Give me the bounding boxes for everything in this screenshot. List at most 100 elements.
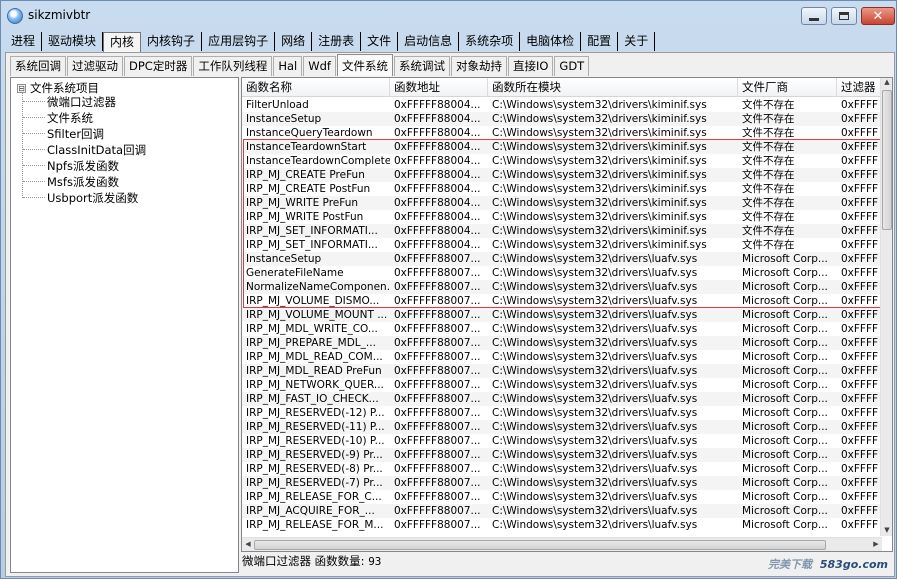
table-row[interactable]: IRP_MJ_VOLUME_DISMO... 0xFFFFF88007... C:\… xyxy=(242,294,882,308)
sub-tab-4[interactable]: Hal xyxy=(273,56,303,76)
table-cell: Microsoft Corp... xyxy=(742,393,828,405)
site-watermark: 完美下载 583go.com xyxy=(768,556,888,572)
title-bar[interactable]: sikzmivbtr ✕ xyxy=(1,1,896,31)
table-row[interactable]: IRP_MJ_NETWORK_QUER... 0xFFFFF88007... C:\… xyxy=(242,378,882,392)
table-row[interactable]: IRP_MJ_RESERVED(-7) Pr... 0xFFFFF88007...… xyxy=(242,476,882,490)
table-row[interactable]: IRP_MJ_RESERVED(-8) Pr... 0xFFFFF88007...… xyxy=(242,462,882,476)
sub-tab-8[interactable]: 对象劫持 xyxy=(450,56,507,76)
maximize-button[interactable] xyxy=(831,7,857,25)
main-tab-8[interactable]: 启动信息 xyxy=(398,32,460,51)
table-cell: Microsoft Corp... xyxy=(742,477,828,489)
table-cell: 0xFFFF xyxy=(841,99,879,111)
table-row[interactable]: IRP_MJ_VOLUME_MOUNT ... 0xFFFFF88007... C:… xyxy=(242,308,882,322)
sub-tab-0[interactable]: 系统回调 xyxy=(10,56,66,76)
table-row[interactable]: InstanceSetup 0xFFFFF88007... C:\Windows\s… xyxy=(242,252,882,266)
table-row[interactable]: InstanceTeardownStart 0xFFFFF88004... C:\W… xyxy=(242,140,882,154)
table-row[interactable]: IRP_MJ_WRITE PostFun 0xFFFFF88004... C:\Wi… xyxy=(242,210,882,224)
column-header[interactable]: 过滤器 xyxy=(837,78,882,97)
table-row[interactable]: IRP_MJ_MDL_WRITE_CO... 0xFFFFF88007... C:\… xyxy=(242,322,882,336)
table-cell: InstanceSetup xyxy=(246,253,322,265)
horizontal-scrollbar[interactable]: ◀ ▶ xyxy=(242,537,882,551)
table-row[interactable]: IRP_MJ_FAST_IO_CHECK... 0xFFFFF88007... C:… xyxy=(242,392,882,406)
sub-tab-5[interactable]: Wdf xyxy=(303,56,336,76)
main-tab-5[interactable]: 网络 xyxy=(275,32,313,51)
table-row[interactable]: IRP_MJ_PREPARE_MDL_... 0xFFFFF88007... C:\… xyxy=(242,336,882,350)
table-cell: C:\Windows\system32\drivers\luafv.sys xyxy=(492,491,698,503)
scroll-up-icon[interactable]: ▲ xyxy=(881,78,892,86)
main-tab-3[interactable]: 内核钩子 xyxy=(141,32,203,51)
main-tab-7[interactable]: 文件 xyxy=(361,32,399,51)
main-tab-12[interactable]: 关于 xyxy=(618,32,656,51)
tree-item[interactable]: Npfs派发函数 xyxy=(23,158,119,174)
table-row[interactable]: IRP_MJ_CREATE PreFun 0xFFFFF88004... C:\Wi… xyxy=(242,168,882,182)
table-cell: C:\Windows\system32\drivers\kiminif.sys xyxy=(492,183,707,195)
scroll-left-icon[interactable]: ◀ xyxy=(242,540,254,548)
table-cell: C:\Windows\system32\drivers\luafv.sys xyxy=(492,505,698,517)
sub-tab-7[interactable]: 系统调试 xyxy=(393,56,450,76)
table-row[interactable]: IRP_MJ_MDL_READ PreFun 0xFFFFF88007... C:\… xyxy=(242,364,882,378)
table-cell: 0xFFFFF88007... xyxy=(394,267,481,279)
tree-item[interactable]: ClassInitData回调 xyxy=(22,142,146,158)
minimize-button[interactable] xyxy=(801,7,827,25)
main-tab-11[interactable]: 配置 xyxy=(581,32,619,51)
sub-tab-3[interactable]: 工作队列线程 xyxy=(193,56,273,76)
table-row[interactable]: IRP_MJ_RESERVED(-12) P... 0xFFFFF88007...… xyxy=(242,406,882,420)
table-row[interactable]: IRP_MJ_SET_INFORMATI... 0xFFFFF88004... C:… xyxy=(242,224,882,238)
main-tab-10[interactable]: 电脑体检 xyxy=(520,32,582,51)
table-row[interactable]: IRP_MJ_RESERVED(-9) Pr... 0xFFFFF88007...… xyxy=(242,448,882,462)
sub-tab-6[interactable]: 文件系统 xyxy=(336,54,393,76)
sub-tab-2[interactable]: DPC定时器 xyxy=(124,56,193,76)
tree-collapse-icon[interactable]: ⊟ xyxy=(17,83,26,93)
main-tab-1[interactable]: 驱动模块 xyxy=(42,32,104,51)
table-row[interactable]: InstanceQueryTeardown 0xFFFFF88004... C:\W… xyxy=(242,126,882,140)
table-row[interactable]: IRP_MJ_RELEASE_FOR_C... 0xFFFFF88007... C:… xyxy=(242,490,882,504)
table-row[interactable]: IRP_MJ_RESERVED(-10) P... 0xFFFFF88007...… xyxy=(242,434,882,448)
main-tab-6[interactable]: 注册表 xyxy=(312,32,362,51)
tree-item[interactable]: Msfs派发函数 xyxy=(23,174,119,190)
table-cell: C:\Windows\system32\drivers\luafv.sys xyxy=(492,463,698,475)
sub-tab-9[interactable]: 直接IO xyxy=(507,56,554,76)
status-label: 微端口过滤器 函数数量: xyxy=(242,554,365,568)
table-cell: 文件不存在 xyxy=(742,141,795,153)
main-tab-0[interactable]: 进程 xyxy=(5,32,43,51)
table-row[interactable]: IRP_MJ_SET_INFORMATI... 0xFFFFF88004... C:… xyxy=(242,238,882,252)
table-cell: IRP_MJ_SET_INFORMATI... xyxy=(246,225,378,237)
window-title: sikzmivbtr xyxy=(28,8,91,22)
status-bar: 微端口过滤器 函数数量: 93 xyxy=(242,553,381,569)
table-cell: FilterUnload xyxy=(246,99,309,111)
horizontal-scroll-thumb[interactable] xyxy=(254,540,826,550)
column-header[interactable]: 函数名称 xyxy=(242,78,390,97)
tree-item[interactable]: Sfilter回调 xyxy=(22,126,104,142)
scroll-down-icon[interactable]: ▼ xyxy=(881,526,892,534)
table-row[interactable]: IRP_MJ_WRITE PreFun 0xFFFFF88004... C:\Win… xyxy=(242,196,882,210)
table-row[interactable]: InstanceTeardownComplete 0xFFFFF88004... C… xyxy=(242,154,882,168)
main-tab-2[interactable]: 内核 xyxy=(103,32,142,52)
table-row[interactable]: IRP_MJ_ACQUIRE_FOR_... 0xFFFFF88007... C:\… xyxy=(242,504,882,518)
table-row[interactable]: FilterUnload 0xFFFFF88004... C:\Windows\sy… xyxy=(242,98,882,112)
table-cell: IRP_MJ_CREATE PostFun xyxy=(246,183,371,195)
table-row[interactable]: IRP_MJ_RESERVED(-11) P... 0xFFFFF88007...… xyxy=(242,420,882,434)
sub-tab-1[interactable]: 过滤驱动 xyxy=(67,56,123,76)
sub-tab-10[interactable]: GDT xyxy=(554,56,590,76)
main-tab-9[interactable]: 系统杂项 xyxy=(459,32,521,51)
vertical-scroll-thumb[interactable] xyxy=(882,90,892,230)
tree-item[interactable]: 文件系统 xyxy=(23,110,93,126)
tree-item[interactable]: Usbport派发函数 xyxy=(22,190,138,206)
table-cell: InstanceQueryTeardown xyxy=(246,127,373,139)
table-row[interactable]: IRP_MJ_RELEASE_FOR_M... 0xFFFFF88007... C:… xyxy=(242,518,882,532)
column-header[interactable]: 函数地址 xyxy=(390,78,488,97)
column-header[interactable]: 文件厂商 xyxy=(738,78,837,97)
tree-item[interactable]: 微端口过滤器 xyxy=(23,94,116,110)
table-cell: 0xFFFFF88004... xyxy=(394,225,481,237)
scroll-right-icon[interactable]: ▶ xyxy=(870,540,882,548)
table-row[interactable]: NormalizeNameComponen... 0xFFFFF88007... C… xyxy=(242,280,882,294)
column-header[interactable]: 函数所在模块 xyxy=(488,78,738,97)
vertical-scrollbar[interactable]: ▲ ▼ xyxy=(880,78,892,536)
table-row[interactable]: IRP_MJ_CREATE PostFun 0xFFFFF88004... C:\W… xyxy=(242,182,882,196)
main-tab-4[interactable]: 应用层钩子 xyxy=(202,32,276,51)
close-button[interactable]: ✕ xyxy=(861,7,895,25)
function-table: 函数名称 函数地址 函数所在模块 文件厂商 过滤器 FilterUnload 0xFFFF… xyxy=(241,77,893,552)
table-row[interactable]: IRP_MJ_MDL_READ_COM... 0xFFFFF88007... C:\… xyxy=(242,350,882,364)
table-row[interactable]: GenerateFileName 0xFFFFF88007... C:\Window… xyxy=(242,266,882,280)
table-row[interactable]: InstanceSetup 0xFFFFF88004... C:\Windows\s… xyxy=(242,112,882,126)
